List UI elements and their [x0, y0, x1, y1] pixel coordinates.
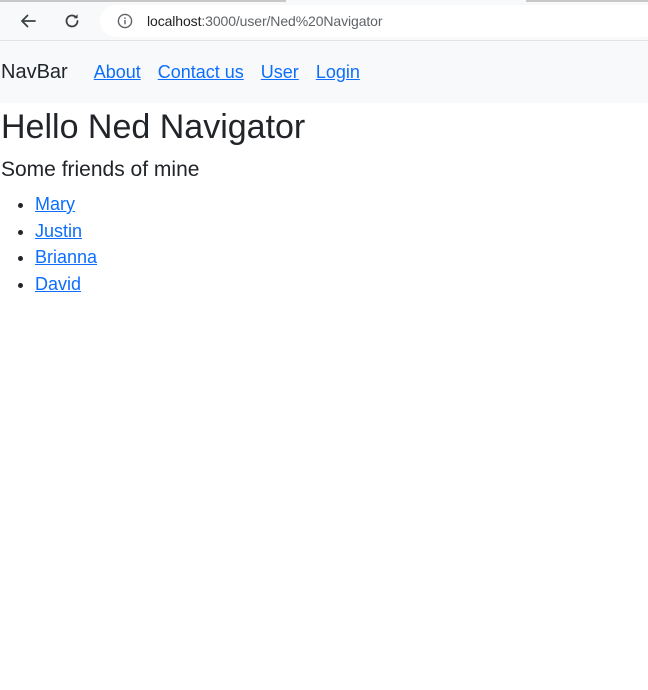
url-text[interactable]: localhost:3000/user/Ned%20Navigator	[147, 13, 383, 29]
nav-link-contact[interactable]: Contact us	[158, 61, 244, 83]
friends-heading: Some friends of mine	[1, 158, 200, 181]
list-item: David	[35, 271, 648, 298]
page-title: Hello Ned Navigator	[1, 108, 306, 146]
friend-link-mary[interactable]: Mary	[35, 194, 75, 214]
back-button[interactable]	[14, 7, 42, 35]
tab-edge	[0, 0, 286, 2]
friend-link-david[interactable]: David	[35, 274, 81, 294]
nav-link-about[interactable]: About	[94, 61, 141, 83]
nav-link-user[interactable]: User	[261, 61, 299, 83]
list-item: Brianna	[35, 244, 648, 271]
reload-icon	[65, 14, 79, 28]
list-item: Justin	[35, 218, 648, 245]
browser-toolbar: localhost:3000/user/Ned%20Navigator	[0, 0, 648, 41]
info-circle-icon[interactable]	[116, 12, 134, 30]
arrow-left-icon	[21, 14, 36, 28]
friend-link-brianna[interactable]: Brianna	[35, 247, 97, 267]
navbar-brand[interactable]: NavBar	[1, 60, 68, 84]
url-host: localhost	[147, 13, 202, 29]
tab-strip	[0, 0, 648, 2]
navbar: NavBar About Contact us User Login	[0, 41, 648, 103]
list-item: Mary	[35, 191, 648, 218]
nav-link-login[interactable]: Login	[316, 61, 360, 83]
friend-link-justin[interactable]: Justin	[35, 221, 82, 241]
reload-button[interactable]	[58, 7, 86, 35]
address-bar[interactable]: localhost:3000/user/Ned%20Navigator	[100, 5, 648, 37]
tab-edge	[526, 0, 648, 2]
main-content: Hello Ned Navigator Some friends of mine…	[0, 107, 648, 297]
friends-list: Mary Justin Brianna David	[1, 191, 648, 297]
url-path: :3000/user/Ned%20Navigator	[201, 13, 383, 29]
